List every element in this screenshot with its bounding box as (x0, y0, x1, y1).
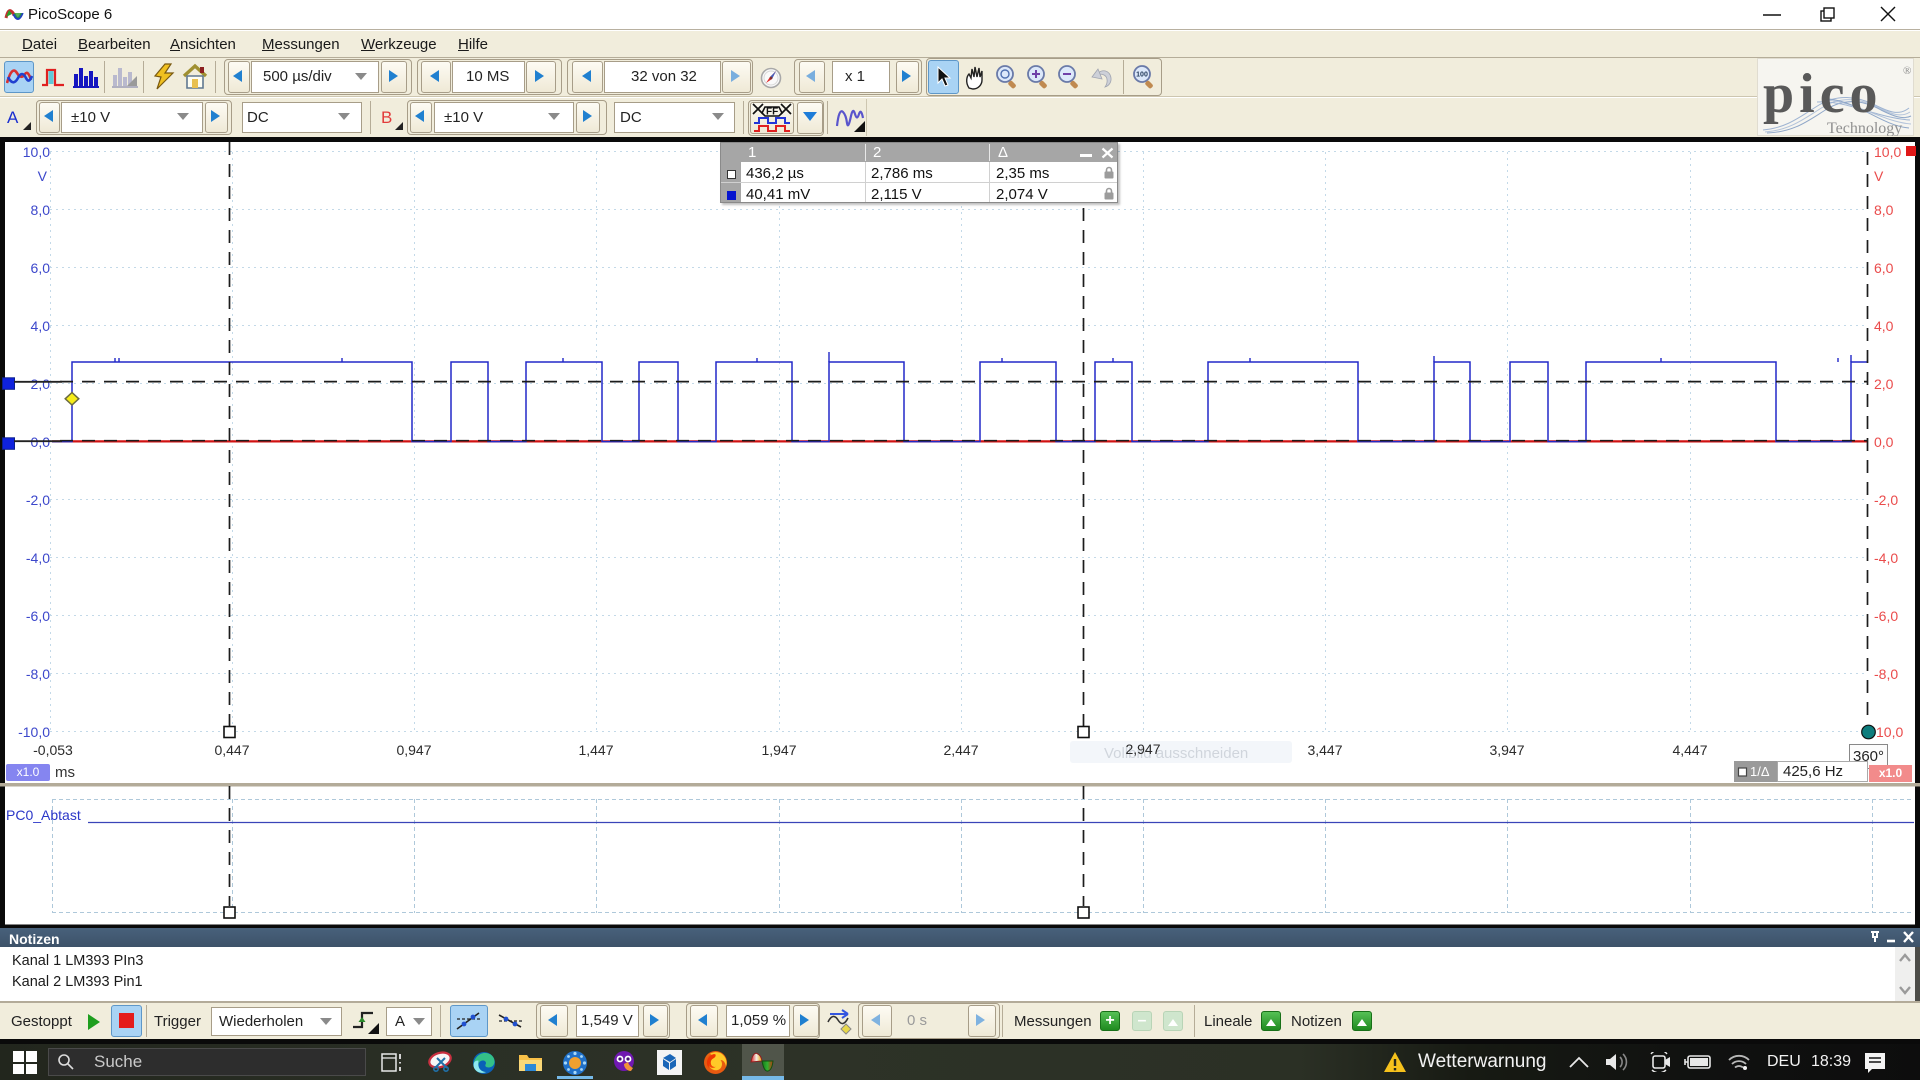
svg-text:8,0: 8,0 (1874, 202, 1894, 218)
svg-text:-10,0: -10,0 (18, 724, 50, 740)
svg-text:-2,0: -2,0 (1874, 492, 1898, 508)
svg-text:10,0: 10,0 (1874, 144, 1901, 160)
svg-text:10,0: 10,0 (23, 144, 50, 160)
svg-text:-4,0: -4,0 (1874, 550, 1898, 566)
svg-text:2,0: 2,0 (1874, 376, 1894, 392)
svg-text:6,0: 6,0 (31, 260, 51, 276)
svg-text:8,0: 8,0 (31, 202, 51, 218)
svg-text:-6,0: -6,0 (1874, 608, 1898, 624)
svg-text:-8,0: -8,0 (1874, 666, 1898, 682)
svg-text:-4,0: -4,0 (26, 550, 50, 566)
svg-text:-2,0: -2,0 (26, 492, 50, 508)
svg-text:4,447: 4,447 (1672, 742, 1707, 758)
svg-text:0,0: 0,0 (1874, 434, 1894, 450)
svg-text:-0,053: -0,053 (33, 742, 73, 758)
svg-text:-8,0: -8,0 (26, 666, 50, 682)
svg-text:1/Δ: 1/Δ (1750, 764, 1770, 779)
svg-text:3,447: 3,447 (1307, 742, 1342, 758)
svg-text:PC0_Abtast: PC0_Abtast (6, 807, 81, 823)
svg-text:2,0: 2,0 (31, 376, 51, 392)
svg-text:1,947: 1,947 (761, 742, 796, 758)
svg-text:4,0: 4,0 (31, 318, 51, 334)
svg-text:0,447: 0,447 (214, 742, 249, 758)
svg-text:4,0: 4,0 (1874, 318, 1894, 334)
svg-text:1,447: 1,447 (578, 742, 613, 758)
svg-text:0,947: 0,947 (396, 742, 431, 758)
svg-text:3,947: 3,947 (1489, 742, 1524, 758)
svg-text:2,447: 2,447 (943, 742, 978, 758)
svg-text:V: V (38, 168, 48, 184)
svg-text:V: V (1874, 168, 1884, 184)
svg-text:10,0: 10,0 (1876, 724, 1903, 740)
svg-text:-6,0: -6,0 (26, 608, 50, 624)
svg-text:6,0: 6,0 (1874, 260, 1894, 276)
